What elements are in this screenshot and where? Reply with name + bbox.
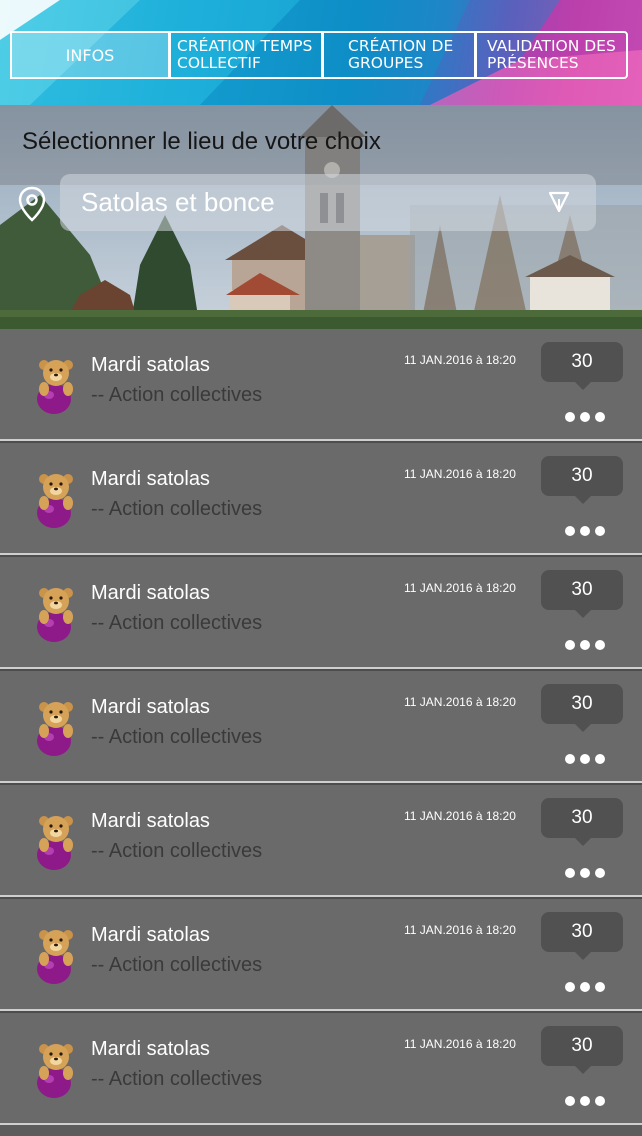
participant-count-badge: 30 <box>541 684 623 732</box>
dropdown-arrow-icon <box>548 190 570 218</box>
more-options-icon[interactable] <box>565 867 605 879</box>
participant-count-badge: 30 <box>541 1026 623 1074</box>
bear-balloon-icon <box>37 360 73 414</box>
tab-bar: INFOS CRÉATION TEMPS COLLECTIF CRÉATION … <box>10 31 628 79</box>
tab-validation-presences[interactable]: VALIDATION DES PRÉSENCES <box>476 31 628 79</box>
event-date: 11 JAN.2016 à 18:20 <box>404 1037 516 1051</box>
event-date: 11 JAN.2016 à 18:20 <box>404 695 516 709</box>
more-options-icon[interactable] <box>565 525 605 537</box>
event-subtitle: -- Action collectives <box>91 726 263 748</box>
more-options-icon[interactable] <box>565 639 605 651</box>
event-row[interactable]: Mardi satolas -- Action collectives 11 J… <box>0 329 642 441</box>
more-options-icon[interactable] <box>565 411 605 423</box>
event-title: Mardi satolas <box>91 582 210 604</box>
tab-infos[interactable]: INFOS <box>10 31 170 79</box>
event-date: 11 JAN.2016 à 18:20 <box>404 923 516 937</box>
event-subtitle: -- Action collectives <box>91 1068 263 1090</box>
bear-balloon-icon <box>37 930 73 984</box>
event-row[interactable]: Mardi satolas -- Action collectives 11 J… <box>0 1011 642 1125</box>
event-title: Mardi satolas <box>91 468 210 490</box>
participant-count-badge: 30 <box>541 570 623 618</box>
location-prompt-title: Sélectionner le lieu de votre choix <box>22 128 381 155</box>
event-subtitle: -- Action collectives <box>91 498 263 520</box>
top-navigation-bar: INFOS CRÉATION TEMPS COLLECTIF CRÉATION … <box>0 0 642 105</box>
event-date: 11 JAN.2016 à 18:20 <box>404 353 516 367</box>
event-list: Mardi satolas -- Action collectives 11 J… <box>0 329 642 1125</box>
location-select[interactable]: Satolas et bonce <box>60 174 596 231</box>
tab-creation-temps-collectif[interactable]: CRÉATION TEMPS COLLECTIF <box>170 31 323 79</box>
event-row[interactable]: Mardi satolas -- Action collectives 11 J… <box>0 783 642 897</box>
bear-balloon-icon <box>37 1044 73 1098</box>
event-title: Mardi satolas <box>91 354 210 376</box>
event-date: 11 JAN.2016 à 18:20 <box>404 581 516 595</box>
event-date: 11 JAN.2016 à 18:20 <box>404 467 516 481</box>
participant-count-badge: 30 <box>541 912 623 960</box>
bear-balloon-icon <box>37 588 73 642</box>
event-subtitle: -- Action collectives <box>91 954 263 976</box>
location-select-value: Satolas et bonce <box>81 187 275 217</box>
event-date: 11 JAN.2016 à 18:20 <box>404 809 516 823</box>
more-options-icon[interactable] <box>565 1095 605 1107</box>
event-subtitle: -- Action collectives <box>91 840 263 862</box>
bear-balloon-icon <box>37 474 73 528</box>
event-title: Mardi satolas <box>91 810 210 832</box>
event-row[interactable]: Mardi satolas -- Action collectives 11 J… <box>0 669 642 783</box>
more-options-icon[interactable] <box>565 981 605 993</box>
event-title: Mardi satolas <box>91 1038 210 1060</box>
event-subtitle: -- Action collectives <box>91 384 263 406</box>
map-pin-icon <box>18 186 46 226</box>
bear-balloon-icon <box>37 702 73 756</box>
participant-count-badge: 30 <box>541 456 623 504</box>
bear-balloon-icon <box>37 816 73 870</box>
tab-creation-groupes[interactable]: CRÉATION DE GROUPES <box>323 31 476 79</box>
event-row[interactable]: Mardi satolas -- Action collectives 11 J… <box>0 441 642 555</box>
more-options-icon[interactable] <box>565 753 605 765</box>
participant-count-badge: 30 <box>541 798 623 846</box>
event-subtitle: -- Action collectives <box>91 612 263 634</box>
event-title: Mardi satolas <box>91 924 210 946</box>
participant-count-badge: 30 <box>541 342 623 390</box>
event-row[interactable]: Mardi satolas -- Action collectives 11 J… <box>0 897 642 1011</box>
event-title: Mardi satolas <box>91 696 210 718</box>
event-row[interactable]: Mardi satolas -- Action collectives 11 J… <box>0 555 642 669</box>
